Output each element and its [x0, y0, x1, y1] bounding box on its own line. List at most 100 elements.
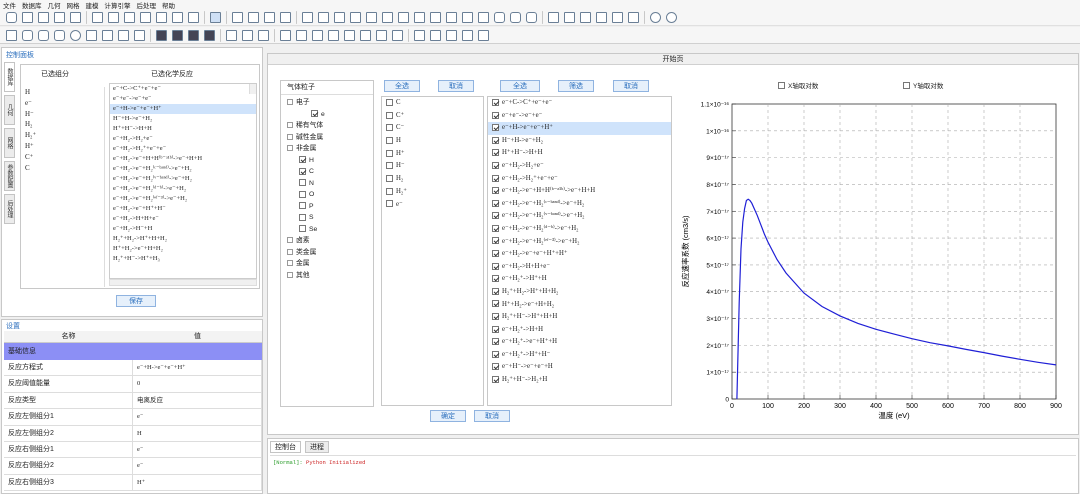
tree-node[interactable]: 其他 [281, 270, 373, 282]
reaction-item[interactable]: H⁺+H⁻->H+H [110, 124, 256, 134]
tree-checkbox[interactable] [299, 179, 306, 187]
toolbar-tool-icon[interactable] [376, 29, 387, 41]
toolbar-tool-icon[interactable] [312, 29, 323, 41]
tree-node[interactable]: 卤素 [281, 235, 373, 247]
toolbar-tool-icon[interactable] [344, 29, 355, 41]
reaction-checkbox[interactable] [492, 199, 499, 207]
species-checkbox[interactable] [386, 162, 393, 170]
toolbar-tool-icon[interactable] [38, 11, 49, 23]
toolbar-tool-icon[interactable] [134, 29, 145, 41]
reaction-check-row[interactable]: e⁻+H₂->e⁻+H+H⁽ᵇ⁻ᵃ¹ᵇ⁾->e⁻+H+H [488, 185, 671, 198]
tree-checkbox[interactable] [299, 167, 306, 175]
filter-reactions-button[interactable]: 筛选 [558, 80, 594, 92]
toolbar-tool-icon[interactable] [54, 29, 65, 41]
reaction-checkbox[interactable] [492, 98, 499, 106]
tree-node[interactable]: H [281, 155, 373, 167]
toolbar-tool-icon[interactable] [302, 11, 313, 23]
toolbar-tool-icon[interactable] [54, 11, 65, 23]
setting-value[interactable]: H⁺ [133, 474, 262, 491]
toolbar-tool-icon[interactable] [478, 11, 489, 23]
toolbar-tool-icon[interactable] [172, 29, 183, 41]
component-item[interactable]: H⁻ [25, 109, 104, 120]
vtab-database[interactable]: 数据库 [4, 62, 15, 92]
reaction-check-row[interactable]: H⁻+H->e⁻+H₂ [488, 135, 671, 148]
cancel-button[interactable]: 取消 [474, 410, 510, 422]
reaction-checkbox[interactable] [492, 187, 499, 195]
toolbar-tool-icon[interactable] [430, 11, 441, 23]
species-checkbox[interactable] [386, 187, 393, 195]
tree-node[interactable]: C [281, 166, 373, 178]
toolbar-tool-icon[interactable] [140, 11, 151, 23]
toolbar-tool-icon[interactable] [280, 11, 291, 23]
species-checkbox[interactable] [386, 200, 393, 208]
reaction-checkbox[interactable] [492, 174, 499, 182]
species-row[interactable]: H⁻ [382, 160, 483, 173]
cancel-reactions-button[interactable]: 取消 [613, 80, 649, 92]
tree-node[interactable]: e [281, 109, 373, 121]
reaction-checkbox[interactable] [492, 161, 499, 169]
component-item[interactable]: H₂⁺ [25, 130, 104, 141]
tree-node[interactable]: 稀有气体 [281, 120, 373, 132]
toolbar-tool-icon[interactable] [70, 11, 81, 23]
toolbar-tool-icon[interactable] [548, 11, 559, 23]
toolbar-tool-icon[interactable] [258, 29, 269, 41]
species-row[interactable]: H [382, 135, 483, 148]
toolbar-tool-icon[interactable] [564, 11, 575, 23]
tree-node[interactable]: 电子 [281, 97, 373, 109]
reaction-item[interactable]: e⁻+H₂->e⁻+H+H⁽ᵇ⁻ᵃ¹ᵇ⁾->e⁻+H+H [110, 154, 256, 164]
toolbar-tool-icon[interactable] [510, 11, 521, 23]
reaction-check-row[interactable]: e⁻+H₂⁺->H⁺+H⁻ [488, 349, 671, 362]
toolbar-tool-icon[interactable] [414, 11, 425, 23]
reaction-item[interactable]: e⁻+H₂->e⁻+H⁺+H⁻ [110, 204, 256, 214]
reaction-checkbox[interactable] [492, 237, 499, 245]
settings-row[interactable]: 反应右侧组分3 H⁺ [4, 474, 262, 492]
species-row[interactable]: H₂⁺ [382, 186, 483, 199]
reaction-list-scrollbar[interactable] [249, 84, 256, 94]
reaction-checkbox[interactable] [492, 111, 499, 119]
reaction-check-row[interactable]: e⁻+H₂->e⁻+e⁻+H⁺+H⁺ [488, 248, 671, 261]
toolbar-tool-icon[interactable] [382, 11, 393, 23]
start-page-tab[interactable]: 开始页 [268, 54, 1078, 65]
reaction-check-row[interactable]: H⁺+H₂->e⁻+H+H₂ [488, 299, 671, 312]
reaction-check-row[interactable]: e⁻+H₂->e⁻+H₂⁽ᵈ⁻ᵇ⁾->e⁻+H₂ [488, 223, 671, 236]
species-row[interactable]: e⁻ [382, 199, 483, 212]
reaction-item[interactable]: e⁻+e⁻->e⁻+e⁻ [110, 94, 256, 104]
tab-process[interactable]: 进程 [305, 441, 329, 453]
settings-row[interactable]: 反应右侧组分2 e⁻ [4, 458, 262, 475]
toolbar-tool-icon[interactable] [156, 11, 167, 23]
toolbar-tool-icon[interactable] [628, 11, 639, 23]
reaction-checkbox[interactable] [492, 136, 499, 144]
reaction-checkbox[interactable] [492, 275, 499, 283]
vtab-params[interactable]: 参数配置 [4, 161, 15, 191]
reaction-check-row[interactable]: e⁻+H->e⁻+e⁻+H⁺ [488, 122, 671, 135]
expand-icon[interactable] [287, 271, 293, 278]
toolbar-tool-icon[interactable] [204, 29, 215, 41]
expand-icon[interactable] [287, 145, 293, 152]
toolbar-tool-icon[interactable] [92, 11, 103, 23]
reaction-check-row[interactable]: e⁻+e⁻->e⁻+e⁻ [488, 110, 671, 123]
reaction-checkbox[interactable] [492, 224, 499, 232]
save-button[interactable]: 保存 [116, 295, 156, 307]
tree-checkbox[interactable] [299, 213, 306, 221]
species-row[interactable]: C [382, 97, 483, 110]
toolbar-tool-icon[interactable] [242, 29, 253, 41]
reaction-item[interactable]: H₂⁺+H₂->H⁺+H+H₂ [110, 234, 256, 244]
reaction-item[interactable]: e⁻+H₂->e⁻+H₂⁽ᵛ⁻ᵇᵃⁿᵈ⁾->e⁻+H₂ [110, 174, 256, 184]
toolbar-tool-icon[interactable] [462, 11, 473, 23]
species-checkbox[interactable] [386, 137, 393, 144]
reaction-check-row[interactable]: H₂⁺+H⁻->H⁺+H+H [488, 311, 671, 324]
tree-checkbox[interactable] [299, 190, 306, 198]
species-row[interactable]: H₂ [382, 173, 483, 186]
toolbar-tool-icon[interactable] [398, 11, 409, 23]
reaction-item[interactable]: e⁻+H₂->e⁻+H₂⁽ᶜ⁻ᵇᵃⁿᵈ⁾->e⁻+H₂ [110, 164, 256, 174]
setting-value[interactable]: e⁻ [133, 441, 262, 458]
toolbar-tool-icon[interactable] [650, 11, 661, 23]
toolbar-tool-icon[interactable] [188, 11, 199, 23]
toolbar-tool-icon[interactable] [264, 11, 275, 23]
reaction-checkbox[interactable] [492, 376, 499, 383]
settings-row[interactable]: 反应阈值能量 0 [4, 376, 262, 393]
reaction-item[interactable]: H⁺+H₂->e⁻+H+H₂ [110, 244, 256, 254]
reaction-checkbox[interactable] [492, 313, 499, 321]
species-checkbox[interactable] [386, 149, 393, 157]
toolbar-tool-icon[interactable] [226, 29, 237, 41]
